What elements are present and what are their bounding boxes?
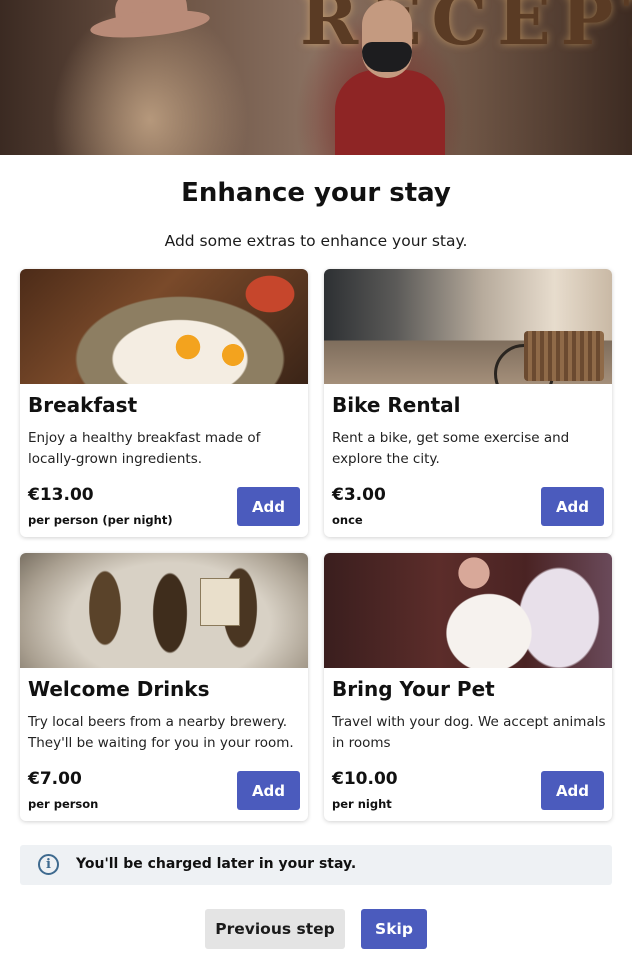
extra-description: Travel with your dog. We accept animals … bbox=[332, 714, 606, 751]
add-pet-button[interactable]: Add bbox=[541, 771, 604, 810]
bike-photo bbox=[324, 269, 612, 384]
hero-image: RECEPT bbox=[0, 0, 632, 155]
extra-price-unit: once bbox=[332, 513, 363, 527]
beer-bottles-photo bbox=[20, 553, 308, 668]
info-icon: i bbox=[38, 854, 59, 875]
charge-notice: i You'll be charged later in your stay. bbox=[20, 845, 612, 885]
charge-notice-text: You'll be charged later in your stay. bbox=[76, 856, 357, 872]
extra-name: Bring Your Pet bbox=[332, 677, 495, 701]
extra-description: Try local beers from a nearby brewery. T… bbox=[28, 714, 294, 751]
extra-price-unit: per person bbox=[28, 797, 99, 811]
extra-card-breakfast: Breakfast Enjoy a healthy breakfast made… bbox=[20, 269, 308, 537]
extra-card-bike-rental: Bike Rental Rent a bike, get some exerci… bbox=[324, 269, 612, 537]
add-welcome-drinks-button[interactable]: Add bbox=[237, 771, 300, 810]
add-bike-rental-button[interactable]: Add bbox=[541, 487, 604, 526]
reception-sign: RECEPT bbox=[300, 0, 632, 61]
extra-description: Enjoy a healthy breakfast made of locall… bbox=[28, 430, 261, 467]
extra-price: €3.00 bbox=[332, 485, 386, 505]
page-title: Enhance your stay bbox=[181, 178, 451, 208]
extra-name: Welcome Drinks bbox=[28, 677, 210, 701]
page-subtitle: Add some extras to enhance your stay. bbox=[164, 232, 468, 250]
extra-price: €7.00 bbox=[28, 769, 82, 789]
extra-name: Bike Rental bbox=[332, 393, 461, 417]
bottle-label-shape bbox=[200, 578, 240, 626]
receptionist-shape bbox=[335, 70, 445, 155]
extra-price-unit: per night bbox=[332, 797, 392, 811]
bike-basket-shape bbox=[524, 331, 604, 381]
extra-price: €13.00 bbox=[28, 485, 94, 505]
breakfast-photo bbox=[20, 269, 308, 384]
hat-brim-shape bbox=[89, 5, 211, 43]
extra-description: Rent a bike, get some exercise and explo… bbox=[332, 430, 570, 467]
extra-card-bring-your-pet: Bring Your Pet Travel with your dog. We … bbox=[324, 553, 612, 821]
extra-price: €10.00 bbox=[332, 769, 398, 789]
mask-shape bbox=[362, 42, 412, 72]
woman-with-dog-photo bbox=[324, 553, 612, 668]
extra-price-unit: per person (per night) bbox=[28, 513, 173, 527]
skip-button[interactable]: Skip bbox=[361, 909, 427, 949]
previous-step-button[interactable]: Previous step bbox=[205, 909, 345, 949]
extra-card-welcome-drinks: Welcome Drinks Try local beers from a ne… bbox=[20, 553, 308, 821]
extra-name: Breakfast bbox=[28, 393, 138, 417]
add-breakfast-button[interactable]: Add bbox=[237, 487, 300, 526]
